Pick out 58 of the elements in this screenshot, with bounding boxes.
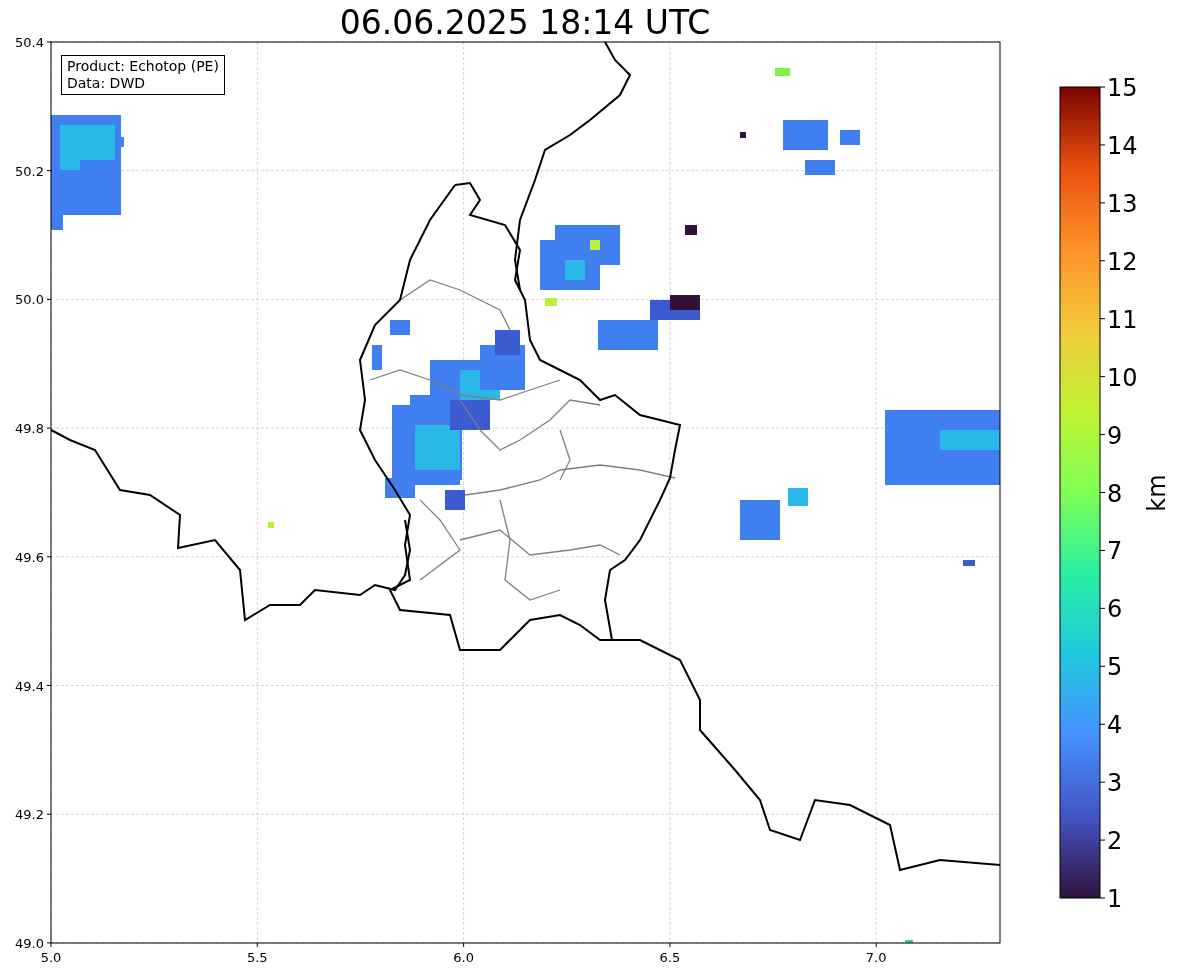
colorbar-tick-label: 3 [1107, 769, 1123, 798]
info-text: Data: DWD [67, 75, 146, 92]
y-tick-label: 49.8 [15, 421, 44, 437]
radar-echo-cell [445, 490, 465, 510]
x-tick-label: 5.5 [246, 950, 268, 965]
radar-echo-cell [788, 488, 808, 506]
y-tick-label: 49.6 [15, 549, 44, 565]
plot-title: 06.06.2025 18:14 UTC [339, 3, 711, 42]
radar-echo-cell [685, 225, 697, 235]
radar-echo-cell [775, 68, 790, 76]
colorbar-tick-label: 8 [1107, 479, 1123, 508]
radar-echo-cell [740, 132, 746, 138]
colorbar-tick-label: 15 [1107, 74, 1138, 102]
colorbar-label: km [1143, 474, 1171, 512]
radar-echo-cell [60, 125, 80, 170]
x-tick-label: 6.0 [453, 950, 474, 965]
x-tick-label: 6.5 [659, 950, 681, 965]
radar-echo-cell [905, 940, 913, 943]
radar-echo-cell [840, 130, 860, 145]
radar-echo-cell [495, 330, 520, 355]
y-tick-label: 49.0 [15, 935, 44, 951]
x-tick-label: 5.0 [40, 950, 62, 965]
colorbar-tick-label: 14 [1107, 131, 1138, 160]
radar-echo-cell [963, 560, 975, 566]
y-tick-label: 50.0 [15, 292, 44, 308]
radar-echo-cell [390, 320, 410, 335]
y-tick-label: 50.4 [15, 35, 44, 50]
radar-echo-cell [783, 120, 828, 150]
y-tick-label: 49.4 [15, 678, 44, 694]
colorbar-tick-label: 6 [1107, 595, 1123, 624]
y-tick-label: 49.2 [15, 807, 44, 823]
x-tick-label: 7.0 [865, 950, 887, 965]
radar-echo-cell [415, 425, 460, 470]
radar-echo-cell [565, 260, 585, 280]
radar-echo-cell [805, 160, 835, 175]
colorbar-tick-label: 1 [1107, 885, 1123, 913]
colorbar-tick-label: 7 [1107, 537, 1123, 566]
colorbar-tick-label: 4 [1107, 711, 1123, 740]
radar-echo-cell [670, 295, 700, 310]
radar-echo-cell [450, 400, 490, 430]
radar-echo-cell [372, 345, 382, 370]
radar-echo-cell [740, 500, 780, 540]
radar-echo-cell [545, 298, 557, 306]
colorbar-tick-label: 11 [1107, 305, 1138, 334]
colorbar-tick-label: 2 [1107, 827, 1123, 856]
colorbar-tick-label: 5 [1107, 653, 1123, 682]
radar-echo-cell [940, 430, 1000, 450]
colorbar-tick-label: 13 [1107, 189, 1138, 218]
radar-echo-cell [385, 478, 415, 498]
info-text: Product: Echotop (PE) [67, 58, 219, 75]
radar-echo-cell [598, 320, 658, 350]
radar-echo-cell [268, 522, 274, 528]
colorbar-tick-label: 9 [1107, 421, 1123, 450]
radar-echo-cell [80, 125, 115, 160]
colorbar-tick-label: 12 [1107, 247, 1138, 276]
y-tick-label: 50.2 [15, 163, 44, 179]
colorbar-tick-label: 10 [1107, 363, 1138, 392]
radar-echo-cell [590, 240, 600, 250]
